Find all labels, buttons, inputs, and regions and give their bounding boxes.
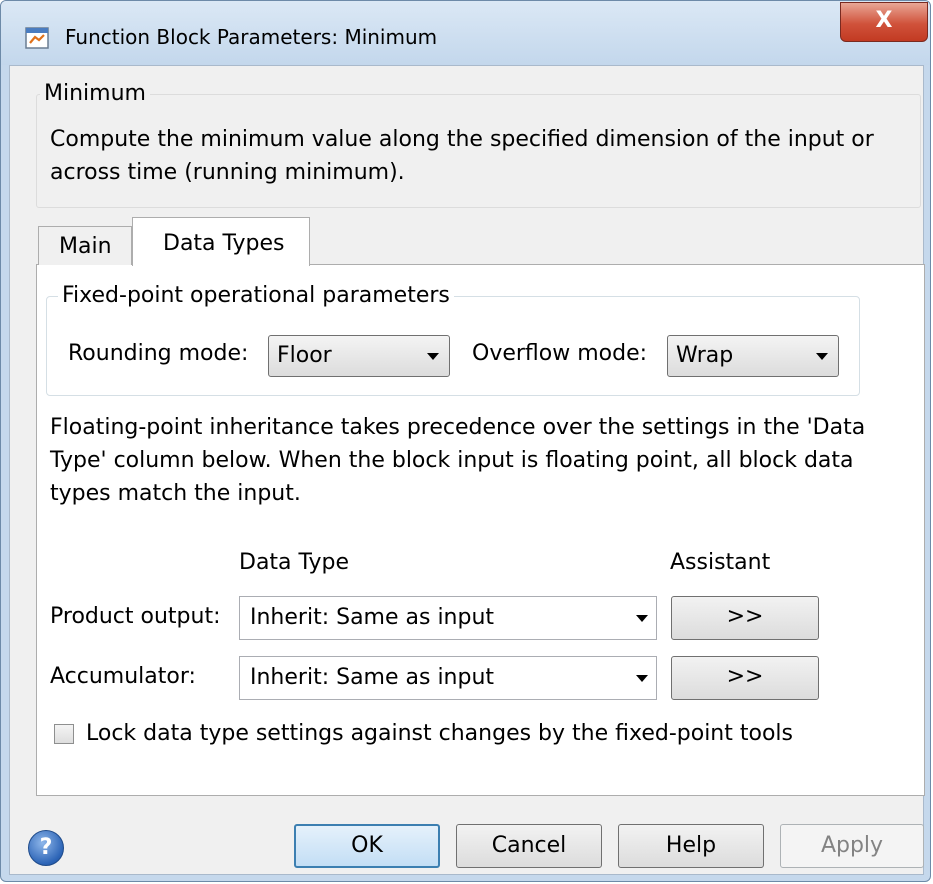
lock-data-type-checkbox[interactable]	[54, 724, 74, 744]
product-output-label: Product output:	[50, 604, 221, 629]
help-circle-glyph: ?	[39, 835, 53, 860]
overflow-mode-label: Overflow mode:	[472, 341, 648, 366]
rounding-mode-label: Rounding mode:	[68, 341, 249, 366]
apply-button-label: Apply	[820, 833, 884, 858]
close-icon: X	[875, 8, 893, 33]
rounding-mode-value: Floor	[277, 343, 332, 368]
rounding-mode-select[interactable]: Floor	[268, 335, 450, 377]
assistant-column-header: Assistant	[670, 550, 771, 575]
help-button-label: Help	[665, 833, 717, 858]
chevron-down-icon	[427, 353, 439, 360]
block-description-line-2: across time (running minimum).	[50, 160, 405, 185]
chevron-down-icon	[816, 353, 828, 360]
overflow-mode-select[interactable]: Wrap	[667, 335, 839, 377]
block-parameters-app-icon	[25, 27, 49, 49]
help-circle-icon[interactable]: ?	[28, 830, 64, 866]
dialog-client-area: Minimum Compute the minimum value along …	[9, 65, 925, 875]
accumulator-assistant-label: >>	[726, 664, 764, 689]
tab-main[interactable]: Main	[38, 226, 132, 265]
accumulator-data-type-value: Inherit: Same as input	[250, 665, 495, 690]
accumulator-assistant-button[interactable]: >>	[671, 656, 819, 700]
window-title: Function Block Parameters: Minimum	[65, 25, 438, 49]
close-button[interactable]: X	[840, 2, 928, 42]
tab-data-types-label: Data Types	[163, 231, 285, 256]
dialog-window: Function Block Parameters: Minimum X Min…	[0, 0, 931, 882]
cancel-button[interactable]: Cancel	[456, 824, 602, 868]
product-output-assistant-label: >>	[726, 604, 764, 629]
block-name-label: Minimum	[40, 81, 150, 106]
overflow-mode-value: Wrap	[676, 343, 734, 368]
product-output-assistant-button[interactable]: >>	[671, 596, 819, 640]
tab-main-label: Main	[59, 234, 112, 259]
title-bar: Function Block Parameters: Minimum X	[1, 1, 930, 65]
lock-data-type-label: Lock data type settings against changes …	[86, 721, 793, 746]
accumulator-label: Accumulator:	[50, 664, 196, 689]
product-output-data-type-select[interactable]: Inherit: Same as input	[239, 596, 657, 640]
data-type-column-header: Data Type	[239, 550, 350, 575]
block-description-line-1: Compute the minimum value along the spec…	[50, 127, 874, 152]
chevron-down-icon	[636, 675, 648, 682]
accumulator-data-type-select[interactable]: Inherit: Same as input	[239, 656, 657, 700]
inheritance-note-line-3: types match the input.	[50, 481, 301, 506]
fixed-point-group-label: Fixed-point operational parameters	[58, 283, 454, 308]
help-button[interactable]: Help	[618, 824, 764, 868]
apply-button[interactable]: Apply	[780, 824, 924, 868]
chevron-down-icon	[636, 615, 648, 622]
inheritance-note-line-1: Floating-point inheritance takes precede…	[50, 415, 866, 440]
tab-data-types[interactable]: Data Types	[132, 217, 310, 266]
ok-button-label: OK	[351, 833, 383, 858]
inheritance-note-line-2: Type' column below. When the block input…	[50, 448, 854, 473]
cancel-button-label: Cancel	[491, 833, 567, 858]
ok-button[interactable]: OK	[294, 824, 440, 868]
product-output-data-type-value: Inherit: Same as input	[250, 605, 495, 630]
